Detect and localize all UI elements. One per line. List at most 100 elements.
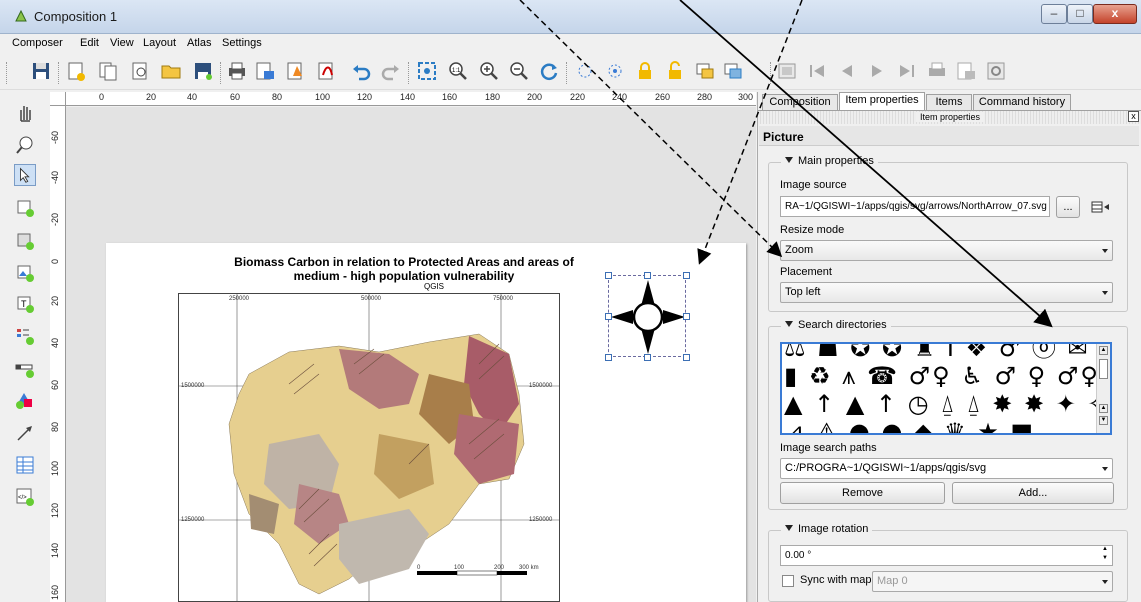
resize-mode-select[interactable]: Zoom — [780, 240, 1113, 261]
data-defined-override-icon[interactable] — [1090, 199, 1110, 215]
zoom-full-icon[interactable] — [416, 60, 438, 82]
add-button[interactable]: Add... — [952, 482, 1114, 504]
main-properties-title[interactable]: Main properties — [781, 155, 878, 167]
add-arrow-icon[interactable] — [14, 422, 36, 444]
zoom-tool-icon[interactable] — [14, 134, 36, 156]
add-shape-icon[interactable] — [14, 390, 36, 412]
save-template-icon[interactable] — [192, 60, 214, 82]
image-rotation-title[interactable]: Image rotation — [781, 523, 873, 535]
unlock-icon[interactable] — [664, 60, 686, 82]
add-html-frame-icon[interactable]: </> — [14, 486, 36, 508]
remove-button[interactable]: Remove — [780, 482, 945, 504]
rotation-input[interactable]: 0.00 ° — [780, 545, 1113, 566]
search-path-value: C:/PROGRA~1/QGISWI~1/apps/qgis/svg — [785, 462, 987, 474]
resize-handle[interactable] — [644, 272, 651, 279]
move-content-icon[interactable] — [14, 197, 36, 219]
image-search-paths-select[interactable]: C:/PROGRA~1/QGISWI~1/apps/qgis/svg — [780, 458, 1113, 479]
spin-up-icon[interactable]: ▲ — [1100, 546, 1110, 555]
atlas-next-icon[interactable] — [866, 60, 888, 82]
refresh-icon[interactable] — [538, 60, 560, 82]
group-items-icon[interactable] — [694, 60, 716, 82]
scroll-up-icon[interactable]: ▲ — [1099, 404, 1108, 413]
atlas-print-icon[interactable] — [926, 60, 948, 82]
tab-item-properties[interactable]: Item properties — [839, 92, 925, 111]
atlas-settings-icon[interactable] — [985, 60, 1007, 82]
search-directories-title[interactable]: Search directories — [781, 319, 891, 331]
save-icon[interactable] — [30, 60, 52, 82]
resize-handle[interactable] — [605, 313, 612, 320]
deselect-icon[interactable] — [604, 60, 626, 82]
menu-atlas[interactable]: Atlas — [187, 37, 211, 49]
maximize-button[interactable]: □ — [1067, 4, 1093, 24]
symbol-row[interactable]: ⊿ ⚠ ● ● ◆ ♛ ★ ■ — [784, 418, 1110, 433]
duplicate-composer-icon[interactable] — [97, 60, 119, 82]
close-button[interactable]: x — [1093, 4, 1137, 24]
tab-items[interactable]: Items — [926, 94, 972, 110]
symbol-row[interactable]: ▲ ↑ ▲ ↑ ◷ ⍙ ⍙ ✸ ✸ ✦ ✧ — [784, 390, 1110, 418]
select-all-icon[interactable] — [574, 60, 596, 82]
symbol-grid[interactable]: ⚖ ☗ ✪ ✪ ♜ Ⅰ ❖ ♂ ⓞ ✉ ✉ ▮ ♻ ⩚ ☎ ♂♀ ♿ ♂ ♀ ♂… — [784, 344, 1110, 433]
add-attribute-table-icon[interactable] — [14, 454, 36, 476]
tab-composition[interactable]: Composition — [762, 94, 838, 110]
svg-symbol-list[interactable]: ⚖ ☗ ✪ ✪ ♜ Ⅰ ❖ ♂ ⓞ ✉ ✉ ▮ ♻ ⩚ ☎ ♂♀ ♿ ♂ ♀ ♂… — [780, 342, 1112, 435]
scroll-thumb[interactable] — [1099, 359, 1108, 379]
atlas-export-icon[interactable] — [955, 60, 977, 82]
resize-handle[interactable] — [683, 313, 690, 320]
composer-manager-icon[interactable] — [129, 60, 151, 82]
atlas-last-icon[interactable] — [896, 60, 918, 82]
lock-icon[interactable] — [634, 60, 656, 82]
menu-composer[interactable]: Composer — [12, 37, 63, 49]
map-item[interactable]: 250000 500000 750000 1500000 1500000 125… — [178, 293, 560, 602]
export-pdf-icon[interactable] — [316, 60, 338, 82]
atlas-preview-icon[interactable] — [776, 60, 798, 82]
redo-icon[interactable] — [380, 60, 402, 82]
select-move-icon[interactable] — [14, 164, 36, 186]
add-legend-icon[interactable] — [14, 325, 36, 347]
menu-view[interactable]: View — [110, 37, 134, 49]
symbol-row[interactable]: ▮ ♻ ⩚ ☎ ♂♀ ♿ ♂ ♀ ♂♀ ⬆ ▲ — [784, 362, 1110, 390]
add-map-icon[interactable] — [14, 230, 36, 252]
export-svg-icon[interactable] — [285, 60, 307, 82]
resize-handle[interactable] — [605, 354, 612, 361]
menu-layout[interactable]: Layout — [143, 37, 176, 49]
new-composer-icon[interactable] — [65, 60, 87, 82]
resize-handle[interactable] — [605, 272, 612, 279]
north-arrow-picture-item[interactable] — [605, 272, 690, 361]
resize-handle[interactable] — [644, 354, 651, 361]
browse-button[interactable]: ... — [1056, 196, 1080, 218]
add-label-icon[interactable]: T — [14, 293, 36, 315]
resize-handle[interactable] — [683, 272, 690, 279]
composer-page[interactable]: Biomass Carbon in relation to Protected … — [106, 243, 746, 602]
export-image-icon[interactable] — [254, 60, 276, 82]
atlas-first-icon[interactable] — [806, 60, 828, 82]
zoom-actual-icon[interactable]: 1:1 — [447, 60, 469, 82]
menu-settings[interactable]: Settings — [222, 37, 262, 49]
ruler-label: 200 — [527, 92, 543, 102]
resize-handle[interactable] — [683, 354, 690, 361]
scroll-down-icon[interactable]: ▼ — [1099, 416, 1108, 425]
atlas-previous-icon[interactable] — [836, 60, 858, 82]
print-icon[interactable] — [226, 60, 248, 82]
scroll-up-icon[interactable]: ▲ — [1099, 346, 1108, 355]
zoom-out-icon[interactable] — [508, 60, 530, 82]
spin-down-icon[interactable]: ▼ — [1100, 555, 1110, 564]
symbol-row[interactable]: ⚖ ☗ ✪ ✪ ♜ Ⅰ ❖ ♂ ⓞ ✉ ✉ — [784, 344, 1110, 362]
open-folder-icon[interactable] — [160, 60, 182, 82]
minimize-button[interactable]: – — [1041, 4, 1067, 24]
menu-edit[interactable]: Edit — [80, 37, 99, 49]
sync-map-select[interactable]: Map 0 — [872, 571, 1113, 592]
ungroup-items-icon[interactable] — [722, 60, 744, 82]
image-source-input[interactable]: RA~1/QGISWI~1/apps/qgis/svg/arrows/North… — [780, 196, 1050, 217]
symbol-list-scrollbar[interactable]: ▲ ▲ ▼ — [1096, 344, 1110, 433]
dock-close-icon[interactable]: x — [1128, 111, 1139, 122]
pan-hand-icon[interactable] — [14, 102, 36, 124]
map-title-label[interactable]: Biomass Carbon in relation to Protected … — [214, 255, 594, 283]
tab-command-history[interactable]: Command history — [973, 94, 1071, 110]
zoom-in-icon[interactable] — [478, 60, 500, 82]
add-scalebar-icon[interactable] — [14, 358, 36, 380]
placement-select[interactable]: Top left — [780, 282, 1113, 303]
sync-with-map-checkbox[interactable] — [782, 575, 794, 587]
add-image-icon[interactable] — [14, 262, 36, 284]
composer-canvas[interactable]: Biomass Carbon in relation to Protected … — [66, 107, 756, 602]
undo-icon[interactable] — [350, 60, 372, 82]
